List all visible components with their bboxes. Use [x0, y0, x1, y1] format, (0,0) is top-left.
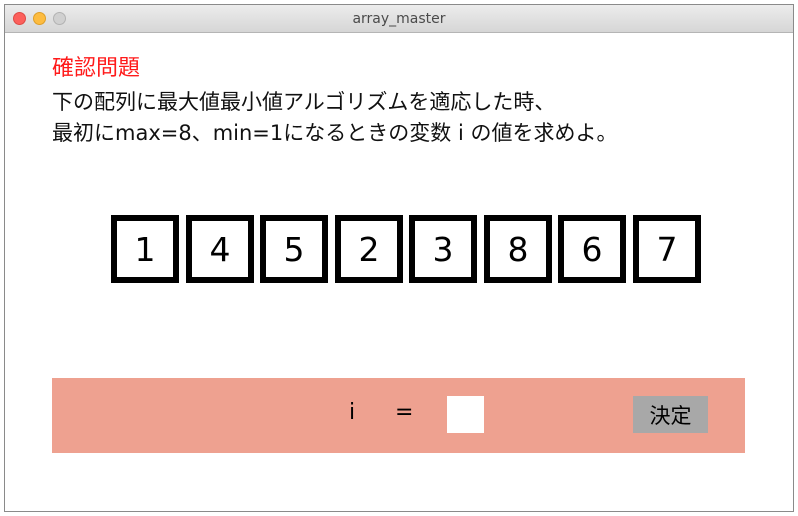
answer-input[interactable] [447, 396, 484, 433]
array-cell: 5 [260, 215, 328, 283]
question-line-1: 下の配列に最大値最小値アルゴリズムを適応した時、 [52, 90, 556, 114]
question-heading: 確認問題 [52, 56, 141, 81]
window-title: array_master [352, 11, 446, 27]
array-cell: 4 [186, 215, 254, 283]
array-cell: 8 [484, 215, 552, 283]
array-display: 1 4 5 2 3 8 6 7 [111, 215, 701, 285]
app-window: array_master 確認問題 下の配列に最大値最小値アルゴリズムを適応した… [4, 4, 794, 512]
array-cell: 3 [409, 215, 477, 283]
variable-i-label: i [349, 400, 356, 425]
question-text: 下の配列に最大値最小値アルゴリズムを適応した時、 最初にmax=8、min=1に… [52, 87, 617, 149]
array-cell: 7 [633, 215, 701, 283]
question-line-2: 最初にmax=8、min=1になるときの変数 i の値を求めよ。 [52, 121, 618, 145]
title-bar[interactable]: array_master [5, 5, 793, 33]
submit-button[interactable]: 決定 [633, 396, 708, 433]
answer-panel: i = 決定 [52, 378, 745, 453]
array-cell: 2 [335, 215, 403, 283]
equals-sign: = [395, 400, 414, 425]
array-cell: 6 [558, 215, 626, 283]
array-cell: 1 [111, 215, 179, 283]
